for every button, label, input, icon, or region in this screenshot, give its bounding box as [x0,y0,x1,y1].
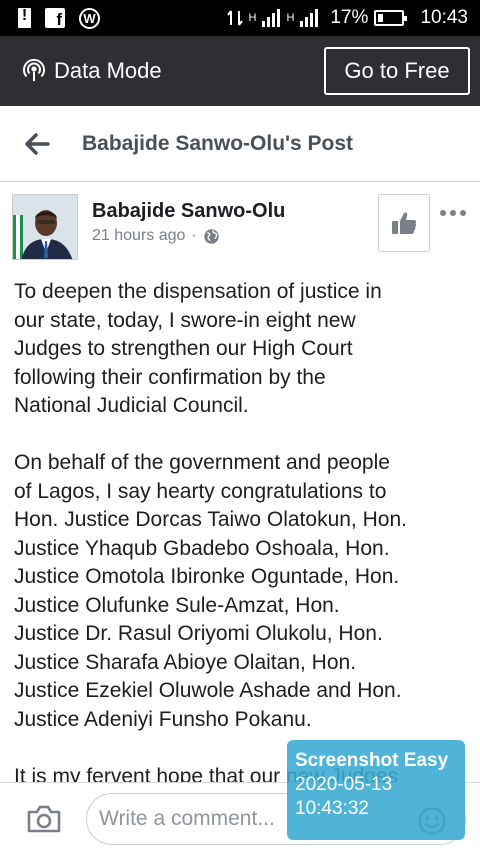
alert-icon [18,7,31,28]
post-meta: 21 hours ago · [92,227,220,245]
back-arrow-icon[interactable] [22,129,52,159]
comment-placeholder: Write a comment... [99,807,275,830]
status-bar: W H H 17% 10:43 [0,0,480,36]
screenshot-overlay[interactable]: Screenshot Easy 2020-05-13 10:43:32 [287,740,465,840]
more-options-icon[interactable] [440,206,466,220]
post-time[interactable]: 21 hours ago [92,227,185,245]
facebook-icon [45,8,65,30]
data-transfer-icon [226,10,243,26]
network-type-1: H [248,12,257,24]
go-to-free-button[interactable]: Go to Free [324,47,470,95]
camera-icon[interactable] [26,804,62,834]
signal-icon-1 [262,9,281,27]
thumbs-up-icon [392,212,417,234]
broadcast-icon [23,59,45,81]
signal-icon-2 [300,9,319,27]
post-header: Babajide Sanwo-Olu's Post [0,106,480,182]
overlay-time: 10:43:32 [295,798,369,819]
wordpress-icon: W [79,7,100,29]
overlay-app-name: Screenshot Easy [295,750,449,771]
overlay-date: 2020-05-13 [295,774,393,795]
page-title: Babajide Sanwo-Olu's Post [82,131,354,155]
clock: 10:43 [420,7,468,28]
post-body: To deepen the dispensation of justice in… [14,280,407,782]
avatar-image [13,195,77,259]
post: Babajide Sanwo-Olu 21 hours ago · To dee… [0,182,480,782]
data-mode-bar: Data Mode Go to Free [0,36,480,106]
globe-icon [204,228,219,244]
like-button[interactable] [378,194,430,252]
author-name[interactable]: Babajide Sanwo-Olu [92,200,285,223]
avatar[interactable] [12,194,78,260]
meta-separator: · [191,227,197,244]
battery-percent: 17% [330,7,369,28]
network-type-2: H [286,12,295,24]
battery-icon [374,10,408,26]
data-mode-label: Data Mode [54,58,162,83]
